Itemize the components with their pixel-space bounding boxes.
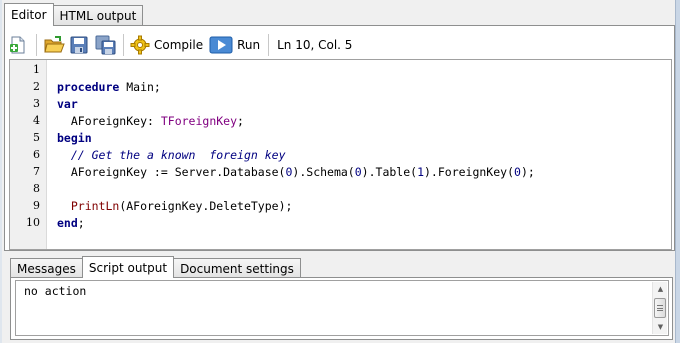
run-label: Run xyxy=(237,37,261,52)
line-number: 10 xyxy=(26,216,40,229)
top-tab-strip: Editor HTML output xyxy=(4,3,144,26)
tab-document-settings[interactable]: Document settings xyxy=(173,258,301,278)
code-line: procedure Main; xyxy=(57,80,161,94)
tab-script-output[interactable]: Script output xyxy=(81,256,175,278)
tab-document-settings-label: Document settings xyxy=(180,261,294,276)
code-line: // Get the a known foreign key xyxy=(70,148,286,162)
gear-icon xyxy=(130,35,150,55)
tab-script-output-label: Script output xyxy=(88,260,168,275)
bottom-tab-strip: Messages Script output Document settings xyxy=(10,256,301,278)
line-number: 6 xyxy=(33,148,40,161)
tab-html-output[interactable]: HTML output xyxy=(52,5,144,26)
script-output-text: no action xyxy=(24,284,87,298)
open-folder-icon xyxy=(43,35,65,55)
line-number: 8 xyxy=(33,182,40,195)
window-right-edge xyxy=(675,0,680,343)
toolbar-separator xyxy=(36,33,37,56)
toolbar: Compile Run Ln 10, Col. 5 xyxy=(6,31,352,58)
toolbar-separator xyxy=(268,33,270,56)
code-line: end; xyxy=(57,216,85,230)
line-number: 3 xyxy=(33,97,40,110)
tab-editor[interactable]: Editor xyxy=(4,3,54,26)
line-number: 4 xyxy=(33,114,40,127)
save-all-button[interactable] xyxy=(93,33,117,57)
new-button[interactable] xyxy=(6,33,30,57)
window-left-edge xyxy=(0,0,2,343)
save-disk-icon xyxy=(69,35,89,55)
scroll-up-arrow-icon[interactable]: ▲ xyxy=(653,282,668,296)
code-line: var xyxy=(57,97,78,111)
output-scrollbar[interactable]: ▲ ▼ xyxy=(652,282,667,334)
save-all-icon xyxy=(95,35,116,55)
line-number: 5 xyxy=(33,131,40,144)
open-button[interactable] xyxy=(41,33,65,57)
scrollbar-thumb[interactable] xyxy=(654,298,666,318)
line-number-gutter: 1 2 3 4 5 6 7 8 9 10 xyxy=(10,60,47,249)
code-line: AForeignKey := Server.Database(0).Schema… xyxy=(57,165,535,179)
cursor-position-status: Ln 10, Col. 5 xyxy=(277,37,353,52)
run-button[interactable]: Run xyxy=(207,33,262,57)
line-number: 1 xyxy=(33,63,40,76)
line-number: 2 xyxy=(33,80,40,93)
code-line: begin xyxy=(57,131,92,145)
tab-html-output-label: HTML output xyxy=(59,9,137,23)
compile-button[interactable]: Compile xyxy=(128,33,205,57)
script-output-area[interactable]: no action ▲ ▼ xyxy=(15,280,669,336)
new-file-icon xyxy=(8,35,28,55)
tab-messages[interactable]: Messages xyxy=(10,258,83,278)
line-number: 9 xyxy=(33,199,40,212)
tab-editor-label: Editor xyxy=(11,8,47,22)
code-line: AForeignKey: TForeignKey; xyxy=(57,114,244,128)
line-number: 7 xyxy=(33,165,40,178)
tab-messages-label: Messages xyxy=(17,261,76,276)
save-button[interactable] xyxy=(67,33,91,57)
play-icon xyxy=(209,35,233,55)
toolbar-separator xyxy=(123,33,124,56)
grip-icon xyxy=(657,305,663,311)
code-line: PrintLn(AForeignKey.DeleteType); xyxy=(70,199,293,213)
scroll-down-arrow-icon[interactable]: ▼ xyxy=(653,320,668,334)
compile-label: Compile xyxy=(154,37,204,52)
